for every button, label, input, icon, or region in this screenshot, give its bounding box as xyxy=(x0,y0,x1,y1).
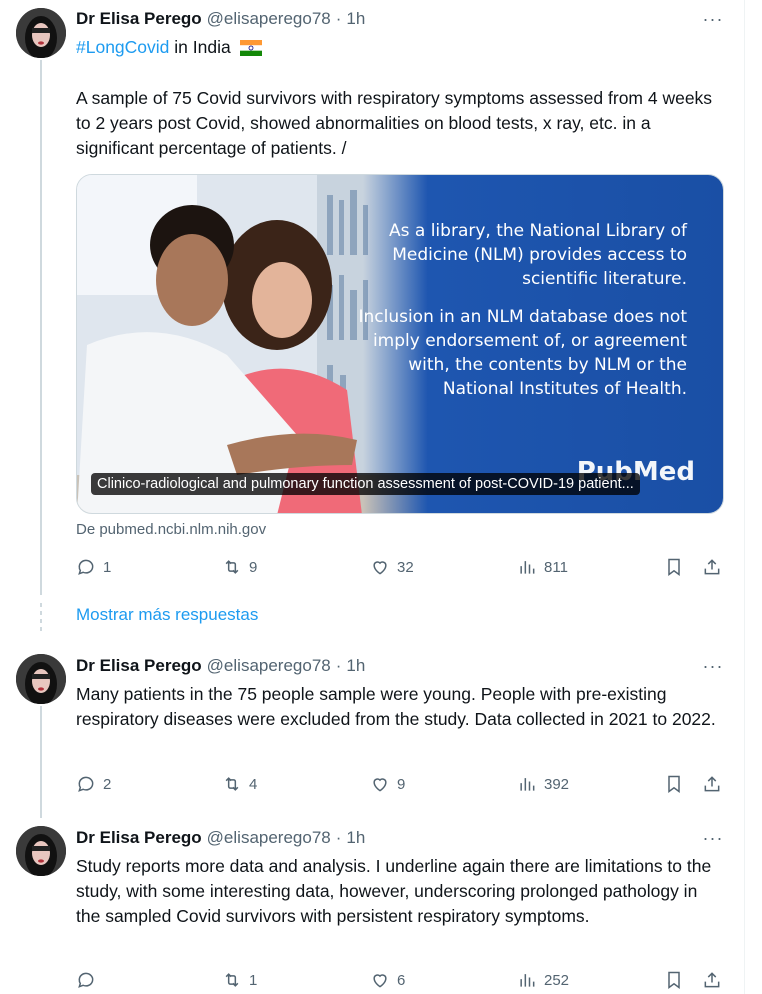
reply-icon xyxy=(78,776,94,792)
tweet-actions: 1 6 252 xyxy=(76,968,726,992)
avatar-photo xyxy=(16,8,66,58)
bookmark-icon xyxy=(668,558,680,576)
views-button[interactable]: 392 xyxy=(517,772,569,796)
views-count: 811 xyxy=(544,558,568,576)
like-button[interactable]: 6 xyxy=(370,968,405,992)
share-icon xyxy=(704,972,720,988)
separator-dot: · xyxy=(335,828,342,847)
first-line-text: in India xyxy=(169,37,231,57)
tweet-time[interactable]: 1h xyxy=(346,828,365,848)
show-more-replies-link[interactable]: Mostrar más respuestas xyxy=(76,605,258,625)
thread-dotted-line xyxy=(40,603,42,639)
retweet-count: 4 xyxy=(249,775,258,793)
reply-icon xyxy=(78,972,94,988)
link-card[interactable]: As a library, the National Library of Me… xyxy=(76,174,724,514)
views-chart-icon xyxy=(520,561,535,574)
avatar[interactable] xyxy=(16,654,66,704)
reply-button[interactable]: 1 xyxy=(76,555,111,579)
retweet-icon xyxy=(225,777,239,791)
tweet-actions: 2 4 9 392 xyxy=(76,772,726,796)
author-handle[interactable]: @elisaperego78 xyxy=(207,9,331,29)
tweet-header: Dr Elisa Perego @elisaperego78 · 1h xyxy=(76,827,365,849)
thread-line xyxy=(40,706,42,818)
author-name[interactable]: Dr Elisa Perego xyxy=(76,9,202,29)
views-chart-icon xyxy=(520,778,535,791)
india-flag-icon xyxy=(239,38,262,63)
author-name[interactable]: Dr Elisa Perego xyxy=(76,828,202,848)
heart-icon xyxy=(373,974,387,988)
separator-dot: · xyxy=(335,656,342,675)
avatar-photo xyxy=(16,654,66,704)
card-text-paragraph: As a library, the National Library of Me… xyxy=(389,221,687,289)
views-count: 252 xyxy=(544,971,570,989)
timeline-border xyxy=(744,0,745,994)
bookmark-button[interactable] xyxy=(664,968,684,992)
card-text: As a library, the National Library of Me… xyxy=(357,219,687,415)
share-button[interactable] xyxy=(702,772,722,796)
tweet-header: Dr Elisa Perego @elisaperego78 · 1h xyxy=(76,655,365,677)
bookmark-icon xyxy=(668,971,680,989)
author-handle[interactable]: @elisaperego78 xyxy=(207,828,331,848)
retweet-button[interactable]: 1 xyxy=(222,968,257,992)
more-options-icon[interactable]: ··· xyxy=(698,8,728,30)
separator-dot: · xyxy=(335,9,342,28)
hashtag-link[interactable]: #LongCovid xyxy=(76,37,169,57)
bookmark-button[interactable] xyxy=(664,555,684,579)
like-button[interactable]: 32 xyxy=(370,555,414,579)
thread-line xyxy=(40,60,42,595)
like-count: 6 xyxy=(397,971,406,989)
share-icon xyxy=(704,559,720,575)
reply-button[interactable]: 2 xyxy=(76,772,111,796)
more-options-icon[interactable]: ··· xyxy=(698,655,728,677)
bookmark-icon xyxy=(668,775,680,793)
retweet-icon xyxy=(225,560,239,574)
author-name[interactable]: Dr Elisa Perego xyxy=(76,656,202,676)
card-text-paragraph: Inclusion in an NLM database does not im… xyxy=(358,307,687,399)
share-button[interactable] xyxy=(702,555,722,579)
card-title[interactable]: Clinico-radiological and pulmonary funct… xyxy=(91,473,640,495)
views-button[interactable]: 811 xyxy=(517,555,568,579)
like-button[interactable]: 9 xyxy=(370,772,405,796)
tweet-actions: 1 9 32 811 xyxy=(76,555,726,579)
heart-icon xyxy=(373,778,387,792)
retweet-button[interactable]: 4 xyxy=(222,772,257,796)
retweet-count: 9 xyxy=(249,558,258,576)
card-source[interactable]: De pubmed.ncbi.nlm.nih.gov xyxy=(76,521,266,538)
share-button[interactable] xyxy=(702,968,722,992)
avatar-photo xyxy=(16,826,66,876)
author-handle[interactable]: @elisaperego78 xyxy=(207,656,331,676)
tweet-body: A sample of 75 Covid survivors with resp… xyxy=(76,88,713,158)
bookmark-button[interactable] xyxy=(664,772,684,796)
reply-count: 1 xyxy=(103,558,112,576)
views-count: 392 xyxy=(544,775,570,793)
like-count: 9 xyxy=(397,775,406,793)
reply-button[interactable] xyxy=(76,968,103,992)
heart-icon xyxy=(373,561,387,575)
views-chart-icon xyxy=(520,974,535,987)
retweet-icon xyxy=(225,973,239,987)
more-options-icon[interactable]: ··· xyxy=(698,827,728,849)
views-button[interactable]: 252 xyxy=(517,968,569,992)
avatar[interactable] xyxy=(16,8,66,58)
reply-count: 2 xyxy=(103,775,112,793)
tweet-body: Many patients in the 75 people sample we… xyxy=(76,684,716,729)
retweet-count: 1 xyxy=(249,971,258,989)
avatar[interactable] xyxy=(16,826,66,876)
retweet-button[interactable]: 9 xyxy=(222,555,257,579)
tweet-first-line: #LongCovid in India xyxy=(76,35,726,63)
like-count: 32 xyxy=(397,558,414,576)
tweet-header: Dr Elisa Perego @elisaperego78 · 1h xyxy=(76,8,365,30)
tweet-body: Study reports more data and analysis. I … xyxy=(76,856,712,926)
share-icon xyxy=(704,776,720,792)
reply-icon xyxy=(78,559,94,575)
tweet-time[interactable]: 1h xyxy=(346,656,365,676)
tweet-time[interactable]: 1h xyxy=(346,9,365,29)
